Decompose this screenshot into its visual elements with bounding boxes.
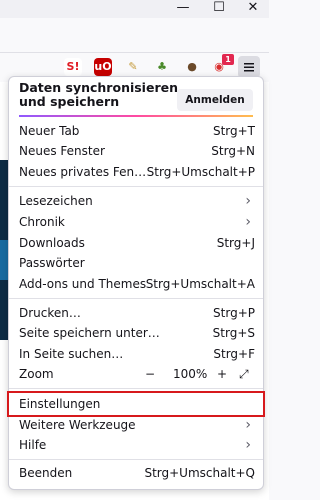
menu-item-private-window[interactable]: Neues privates Fen… Strg+Umschalt+P: [13, 162, 259, 182]
minimize-button[interactable]: —: [168, 0, 198, 16]
menu-item-label: Hilfe: [19, 438, 47, 452]
signin-button[interactable]: Anmelden: [177, 89, 253, 111]
menu-item-history[interactable]: Chronik ›: [13, 212, 259, 232]
zoom-reset-button[interactable]: 100%: [173, 364, 207, 384]
menu-item-label: Chronik: [19, 215, 65, 229]
separator: [9, 186, 263, 187]
menu-item-new-tab[interactable]: Neuer Tab Strg+T: [13, 121, 259, 141]
ublock-icon[interactable]: uO: [94, 58, 112, 76]
chevron-right-icon: ›: [245, 193, 251, 209]
separator: [9, 388, 263, 389]
menu-item-save-page[interactable]: Seite speichern unter… Strg+S: [13, 323, 259, 343]
menu-item-shortcut: Strg+Umschalt+Q: [144, 466, 255, 480]
menu-item-label: Weitere Werkzeuge: [19, 418, 136, 432]
menu-item-shortcut: Strg+S: [212, 326, 255, 340]
menu-item-shortcut: Strg+J: [216, 236, 255, 250]
sync-title: Daten synchronisieren und speichern: [19, 80, 178, 109]
menu-item-zoom: Zoom − 100% + ⤢: [13, 364, 259, 384]
menu-item-label: Passwörter: [19, 256, 85, 270]
menu-item-label: Lesezeichen: [19, 194, 93, 208]
zoom-in-button[interactable]: +: [217, 364, 227, 384]
menu-item-find-in-page[interactable]: In Seite suchen… Strg+F: [13, 344, 259, 364]
separator: [9, 459, 263, 460]
maximize-button[interactable]: ☐: [204, 0, 234, 16]
ext-green-icon[interactable]: ♣: [153, 58, 171, 76]
cookie-icon[interactable]: ●: [183, 58, 201, 76]
ext-s-icon[interactable]: S!: [64, 58, 82, 76]
hamburger-icon: [244, 63, 254, 72]
menu-item-passwords[interactable]: Passwörter: [13, 253, 259, 273]
app-menu-panel: Daten synchronisieren und speichern Anme…: [7, 76, 265, 490]
zoom-out-button[interactable]: −: [145, 364, 155, 384]
menu-item-label: Neues Fenster: [19, 144, 105, 158]
menu-item-quit[interactable]: Beenden Strg+Umschalt+Q: [13, 463, 259, 483]
app-menu-button[interactable]: [238, 56, 260, 78]
menu-item-label: Neues privates Fen…: [19, 165, 147, 179]
menu-item-label: Add-ons und Themes: [19, 277, 147, 291]
menu-item-shortcut: Strg+T: [212, 124, 255, 138]
broom-icon[interactable]: ✎: [124, 58, 142, 76]
menu-item-label: Zoom: [19, 367, 54, 381]
fullscreen-icon[interactable]: ⤢: [239, 364, 249, 384]
menu-item-help[interactable]: Hilfe ›: [13, 435, 259, 455]
menu-item-label: Downloads: [19, 236, 85, 250]
chevron-right-icon: ›: [245, 214, 251, 230]
menu-item-shortcut: Strg+P: [213, 306, 255, 320]
menu-item-shortcut: Strg+Umschalt+P: [146, 165, 255, 179]
menu-item-label: Einstellungen: [19, 397, 101, 411]
close-button[interactable]: ✕: [238, 0, 268, 16]
menu-item-print[interactable]: Drucken… Strg+P: [13, 303, 259, 323]
zoom-controls: − 100% + ⤢: [145, 364, 255, 384]
menu-item-label: Neuer Tab: [19, 124, 80, 138]
menu-item-new-window[interactable]: Neues Fenster Strg+N: [13, 141, 259, 161]
menu-item-label: Seite speichern unter…: [19, 326, 160, 340]
notification-badge: 1: [222, 54, 234, 65]
menu-item-more-tools[interactable]: Weitere Werkzeuge ›: [13, 415, 259, 435]
chevron-right-icon: ›: [245, 417, 251, 433]
menu-item-shortcut: Strg+N: [211, 144, 255, 158]
menu-item-bookmarks[interactable]: Lesezeichen ›: [13, 191, 259, 211]
menu-item-addons[interactable]: Add-ons und Themes Strg+Umschalt+A: [13, 274, 259, 294]
menu-item-label: Beenden: [19, 466, 73, 480]
sync-divider: [19, 115, 253, 117]
menu-item-downloads[interactable]: Downloads Strg+J: [13, 233, 259, 253]
separator: [9, 298, 263, 299]
menu-item-label: Drucken…: [19, 306, 81, 320]
chevron-right-icon: ›: [245, 437, 251, 453]
menu-item-label: In Seite suchen…: [19, 347, 124, 361]
menu-item-shortcut: Strg+F: [213, 347, 255, 361]
menu-item-settings[interactable]: Einstellungen: [7, 391, 265, 417]
menu-item-shortcut: Strg+Umschalt+A: [145, 277, 255, 291]
